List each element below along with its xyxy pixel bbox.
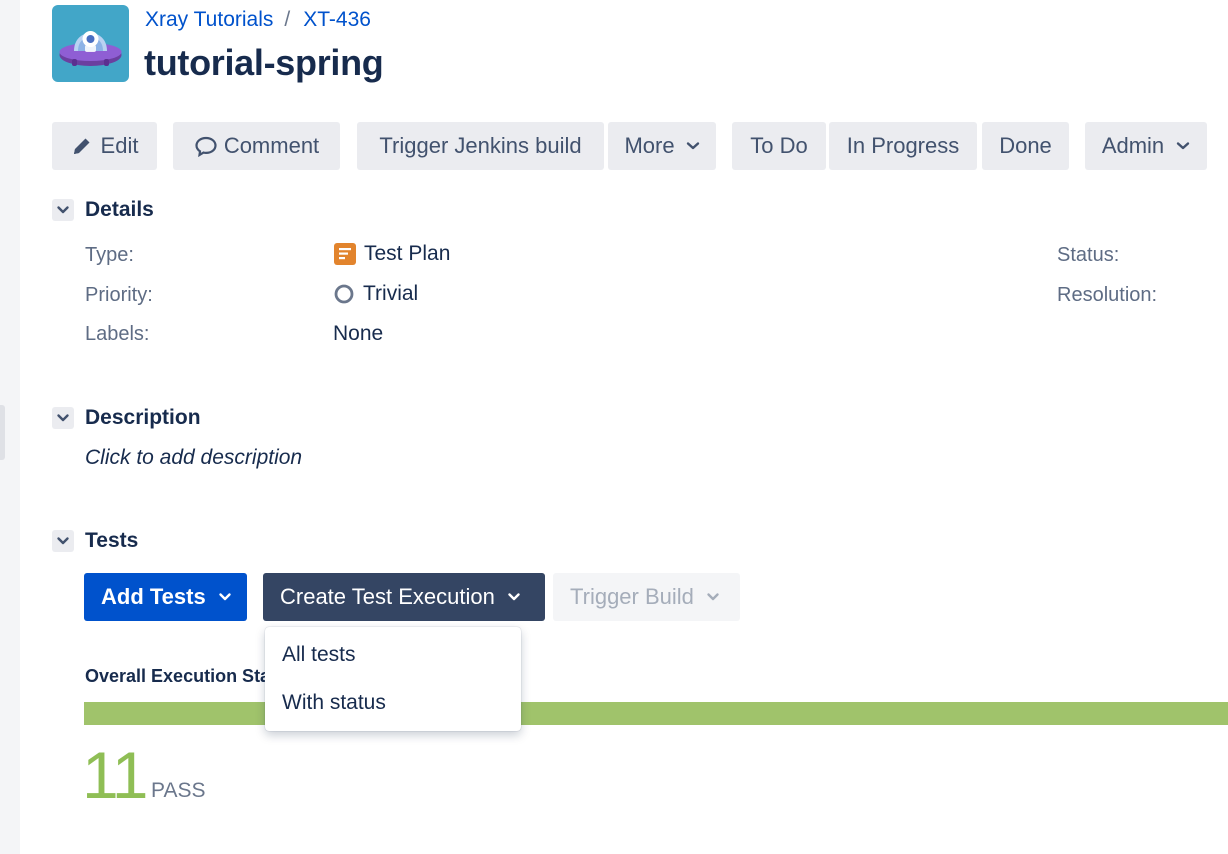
chevron-down-icon	[57, 537, 69, 545]
resolution-label: Resolution:	[1057, 284, 1158, 306]
done-button-label: Done	[999, 133, 1052, 158]
chevron-down-icon	[508, 593, 520, 601]
priority-value-text: Trivial	[363, 282, 419, 305]
chevron-down-icon	[57, 414, 69, 422]
sidebar-resize-handle[interactable]	[0, 405, 5, 460]
status-label: Status:	[1057, 244, 1120, 266]
edit-button-label: Edit	[100, 133, 139, 158]
trigger-build-button[interactable]: Trigger Build	[553, 573, 740, 621]
edit-button[interactable]: Edit	[52, 122, 157, 170]
add-tests-button[interactable]: Add Tests	[84, 573, 247, 621]
trigger-jenkins-build-label: Trigger Jenkins build	[379, 133, 582, 158]
trigger-jenkins-build-button[interactable]: Trigger Jenkins build	[357, 122, 604, 170]
chevron-down-icon	[219, 593, 231, 601]
details-heading: Details	[85, 198, 154, 221]
comment-bubble-icon	[195, 136, 217, 157]
comment-button[interactable]: Comment	[173, 122, 340, 170]
create-test-execution-label: Create Test Execution	[280, 584, 495, 609]
execution-progress-bar	[84, 702, 1228, 725]
more-dropdown-button[interactable]: More	[608, 122, 716, 170]
admin-dropdown-button[interactable]: Admin	[1085, 122, 1207, 170]
chevron-down-icon	[57, 206, 69, 214]
chevron-down-icon	[707, 593, 719, 601]
labels-label: Labels:	[85, 323, 150, 345]
pencil-icon	[73, 138, 90, 154]
admin-button-label: Admin	[1101, 133, 1165, 158]
project-avatar[interactable]	[52, 5, 129, 82]
description-placeholder[interactable]: Click to add description	[85, 446, 302, 470]
progress-fill-pass	[84, 702, 1228, 725]
tests-collapse-toggle[interactable]	[52, 530, 74, 552]
priority-value: Trivial	[333, 282, 418, 306]
menu-item-with-status[interactable]: With status	[265, 680, 521, 726]
tests-heading: Tests	[85, 529, 139, 552]
transition-in-progress-button[interactable]: In Progress	[829, 122, 977, 170]
in-progress-button-label: In Progress	[846, 133, 960, 158]
overall-execution-status-label: Overall Execution Status	[85, 666, 265, 686]
chevron-down-icon	[1176, 142, 1190, 150]
chevron-down-icon	[686, 142, 699, 150]
pass-count: 11	[82, 738, 149, 812]
description-collapse-toggle[interactable]	[52, 407, 74, 429]
create-test-execution-button[interactable]: Create Test Execution	[263, 573, 545, 621]
description-heading: Description	[85, 406, 201, 429]
test-plan-icon	[334, 243, 356, 265]
priority-label: Priority:	[85, 284, 153, 306]
type-label: Type:	[85, 244, 134, 266]
type-value-text: Test Plan	[364, 242, 451, 265]
priority-trivial-icon	[334, 284, 354, 304]
breadcrumb-separator: /	[284, 8, 291, 31]
breadcrumb: Xray Tutorials / XT-436	[145, 8, 371, 32]
ufo-robot-icon	[59, 31, 122, 66]
type-value: Test Plan	[333, 242, 450, 266]
left-sidebar-rail	[0, 0, 20, 854]
transition-done-button[interactable]: Done	[982, 122, 1069, 170]
details-collapse-toggle[interactable]	[52, 199, 74, 221]
trigger-build-label: Trigger Build	[570, 584, 694, 609]
add-tests-label: Add Tests	[101, 584, 206, 609]
breadcrumb-issue-key-link[interactable]: XT-436	[303, 8, 371, 32]
labels-value[interactable]: None	[333, 322, 383, 346]
issue-title[interactable]: tutorial-spring	[144, 42, 384, 84]
create-execution-dropdown-menu: All tests With status	[265, 627, 521, 731]
menu-item-all-tests[interactable]: All tests	[265, 632, 521, 678]
pass-status-label: PASS	[151, 779, 206, 802]
comment-button-label: Comment	[223, 133, 320, 158]
breadcrumb-project-link[interactable]: Xray Tutorials	[145, 8, 273, 32]
more-button-label: More	[624, 133, 675, 158]
transition-todo-button[interactable]: To Do	[732, 122, 826, 170]
todo-button-label: To Do	[750, 133, 808, 158]
